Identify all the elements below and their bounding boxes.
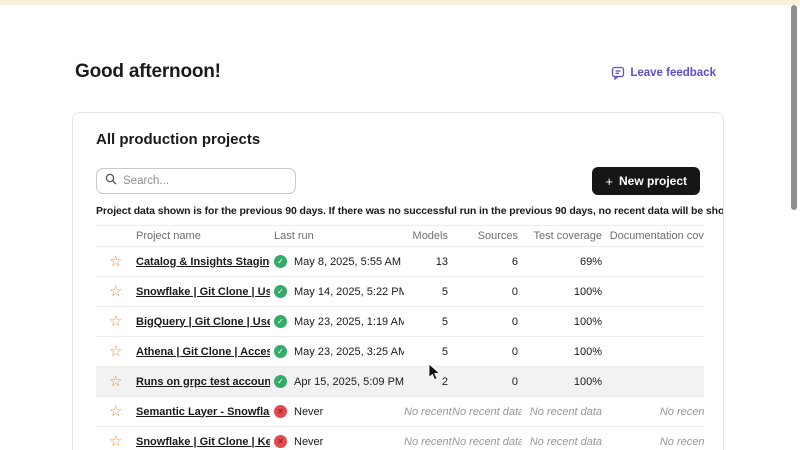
feedback-bubble-icon <box>611 66 625 80</box>
last-run-value: May 8, 2025, 5:55 AM BS <box>294 256 404 268</box>
favorite-star-icon[interactable]: ☆ <box>96 434 122 449</box>
favorite-star-icon[interactable]: ☆ <box>96 374 122 389</box>
models-value: 2 <box>404 376 452 388</box>
table-row[interactable]: ☆ Snowflake | Git Clone | Use... ✓ May 14… <box>96 277 704 307</box>
search-input[interactable] <box>123 175 287 187</box>
table-row[interactable]: ☆ Semantic Layer - Snowflake ✕ Never No r… <box>96 397 704 427</box>
table-row[interactable]: ☆ BigQuery | Git Clone | User... ✓ May 23… <box>96 307 704 337</box>
column-test-coverage: Test coverage <box>522 230 606 242</box>
favorite-star-icon[interactable]: ☆ <box>96 344 122 359</box>
leave-feedback-label: Leave feedback <box>630 67 716 79</box>
test-coverage-value: No recent data <box>522 436 606 448</box>
last-run-value: May 14, 2025, 5:22 PM BS <box>294 286 404 298</box>
new-project-button[interactable]: + New project <box>592 167 700 195</box>
column-sources: Sources <box>452 230 522 242</box>
table-row[interactable]: ☆ Catalog & Insights Staging... ✓ May 8, … <box>96 247 704 277</box>
models-value: 13 <box>404 256 452 268</box>
project-link[interactable]: Catalog & Insights Staging... <box>136 256 270 268</box>
all-production-projects-card: All production projects + New project Pr… <box>72 112 724 450</box>
sources-value: 0 <box>452 376 522 388</box>
sources-value: 0 <box>452 346 522 358</box>
test-coverage-value: 100% <box>522 286 606 298</box>
test-coverage-value: 100% <box>522 316 606 328</box>
leave-feedback-link[interactable]: Leave feedback <box>611 66 716 80</box>
column-last-run: Last run <box>270 230 404 242</box>
doc-coverage-value: No recent data <box>606 406 704 418</box>
sources-value: 0 <box>452 316 522 328</box>
models-value: 5 <box>404 346 452 358</box>
plus-icon: + <box>605 174 613 189</box>
column-models: Models <box>404 230 452 242</box>
last-run-value: May 23, 2025, 3:25 AM B <box>294 346 404 358</box>
project-search[interactable] <box>96 168 296 194</box>
test-coverage-value: 100% <box>522 376 606 388</box>
success-icon: ✓ <box>274 285 287 298</box>
favorite-star-icon[interactable]: ☆ <box>96 254 122 269</box>
table-row[interactable]: ☆ Athena | Git Clone | Acces... ✓ May 23,… <box>96 337 704 367</box>
project-link[interactable]: BigQuery | Git Clone | User... <box>136 316 270 328</box>
models-value: No recent data <box>404 406 452 418</box>
sources-value: 6 <box>452 256 522 268</box>
last-run-value: May 23, 2025, 1:19 AM BS <box>294 316 404 328</box>
success-icon: ✓ <box>274 255 287 268</box>
column-doc-coverage: Documentation coverage <box>606 230 704 242</box>
project-link[interactable]: Athena | Git Clone | Acces... <box>136 346 270 358</box>
table-row[interactable]: ☆ Snowflake | Git Clone | Key... ✕Never … <box>96 427 704 450</box>
vertical-scrollbar-thumb[interactable] <box>791 5 797 210</box>
last-run-value: Never <box>294 406 323 418</box>
project-link[interactable]: Runs on grpc test account <box>136 376 270 388</box>
top-accent-bar <box>0 0 800 5</box>
favorite-star-icon[interactable]: ☆ <box>96 314 122 329</box>
success-icon: ✓ <box>274 375 287 388</box>
models-value: No recent data <box>404 436 452 448</box>
column-project-name: Project name <box>132 230 270 242</box>
project-link[interactable]: Snowflake | Git Clone | Key... <box>136 436 270 448</box>
sources-value: 0 <box>452 286 522 298</box>
favorite-star-icon[interactable]: ☆ <box>96 404 122 419</box>
new-project-label: New project <box>619 174 687 188</box>
page-title: Good afternoon! <box>75 61 221 83</box>
project-link[interactable]: Semantic Layer - Snowflake <box>136 406 270 418</box>
never-ran-icon: ✕ <box>274 435 287 448</box>
last-run-value: Never <box>294 436 323 448</box>
doc-coverage-value: No recent data <box>606 436 704 448</box>
never-ran-icon: ✕ <box>274 405 287 418</box>
data-range-notice: Project data shown is for the previous 9… <box>96 205 724 217</box>
sources-value: No recent data <box>452 436 522 448</box>
favorite-star-icon[interactable]: ☆ <box>96 284 122 299</box>
models-value: 5 <box>404 286 452 298</box>
models-value: 5 <box>404 316 452 328</box>
search-icon <box>105 172 117 190</box>
table-header-row: Project name Last run Models Sources Tes… <box>96 225 704 247</box>
success-icon: ✓ <box>274 315 287 328</box>
table-row-hovered[interactable]: ☆ Runs on grpc test account ✓ Apr 15, 202… <box>96 367 704 397</box>
card-title: All production projects <box>96 131 260 148</box>
test-coverage-value: 69% <box>522 256 606 268</box>
last-run-value: Apr 15, 2025, 5:09 PM BS <box>294 376 404 388</box>
sources-value: No recent data <box>452 406 522 418</box>
test-coverage-value: No recent data <box>522 406 606 418</box>
project-link[interactable]: Snowflake | Git Clone | Use... <box>136 286 270 298</box>
test-coverage-value: 100% <box>522 346 606 358</box>
success-icon: ✓ <box>274 345 287 358</box>
projects-table: Project name Last run Models Sources Tes… <box>96 225 704 450</box>
